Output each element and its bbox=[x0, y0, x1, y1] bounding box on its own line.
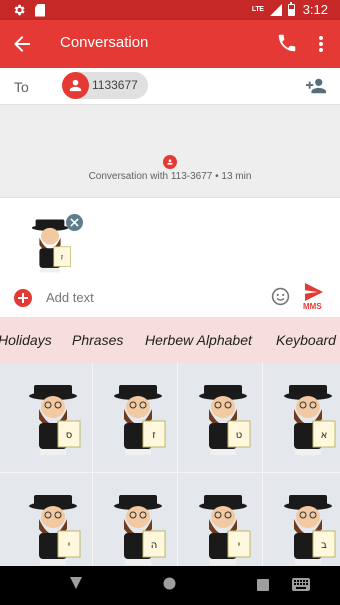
compose-area: ז MMS bbox=[0, 197, 340, 317]
rabbi-sticker-image: ה bbox=[114, 495, 166, 565]
sticker-item[interactable]: ס bbox=[8, 363, 92, 465]
rabbi-sticker-image: א bbox=[284, 385, 336, 455]
recipient-chip-label: 1133677 bbox=[92, 78, 138, 92]
sticker-letter: ב bbox=[321, 540, 327, 551]
add-person-icon[interactable] bbox=[305, 76, 327, 96]
attach-button[interactable] bbox=[14, 289, 32, 307]
sticker-letter: א bbox=[321, 430, 328, 441]
plus-icon bbox=[18, 293, 28, 303]
sd-card-icon bbox=[35, 3, 45, 17]
navigation-bar bbox=[0, 566, 340, 605]
tab-phrases[interactable]: Phrases bbox=[72, 332, 123, 348]
send-label: MMS bbox=[303, 302, 322, 311]
sticker-letter: ס bbox=[66, 430, 73, 441]
svg-text:ז: ז bbox=[61, 253, 64, 262]
recents-square-icon[interactable] bbox=[257, 579, 269, 591]
sticker-item[interactable]: א bbox=[263, 363, 340, 465]
settings-icon bbox=[14, 4, 25, 16]
tab-holidays[interactable]: Holidays bbox=[0, 332, 52, 348]
recipient-chip[interactable]: 1133677 bbox=[62, 72, 148, 99]
back-arrow-icon[interactable] bbox=[10, 32, 34, 56]
contact-icon bbox=[163, 155, 177, 169]
sticker-letter: ז bbox=[152, 430, 156, 441]
back-triangle-icon[interactable] bbox=[70, 577, 82, 591]
page-title: Conversation bbox=[60, 34, 149, 51]
person-icon bbox=[69, 79, 82, 92]
tab-herbew-alphabet[interactable]: Herbew Alphabet bbox=[145, 332, 252, 348]
send-mms-button[interactable]: MMS bbox=[303, 283, 329, 313]
call-icon[interactable] bbox=[276, 32, 298, 54]
to-label: To bbox=[14, 79, 29, 95]
battery-icon bbox=[287, 1, 295, 16]
sticker-letter: ט bbox=[236, 430, 242, 441]
sticker-item[interactable]: י bbox=[178, 473, 262, 566]
rabbi-sticker-image: ט bbox=[199, 385, 251, 455]
sticker-item[interactable]: ט bbox=[178, 363, 262, 465]
close-icon bbox=[70, 218, 79, 227]
rabbi-sticker-image: י bbox=[29, 495, 81, 565]
conversation-area: Conversation with 113-3677 • 13 min bbox=[0, 105, 340, 197]
sticker-letter: י bbox=[68, 540, 70, 551]
sticker-letter: י bbox=[238, 540, 240, 551]
emoji-icon[interactable] bbox=[271, 287, 290, 306]
sticker-grid: ס ז ט א י ה י ב bbox=[0, 363, 340, 566]
rabbi-sticker-image: ז bbox=[114, 385, 166, 455]
sticker-category-tabs: Holidays Phrases Herbew Alphabet Keyboar… bbox=[0, 317, 340, 363]
remove-attachment-button[interactable] bbox=[66, 214, 83, 231]
app-bar: Conversation bbox=[0, 20, 340, 68]
sticker-item[interactable]: ה bbox=[93, 473, 177, 566]
rabbi-sticker-image: י bbox=[199, 495, 251, 565]
sticker-item[interactable]: י bbox=[8, 473, 92, 566]
sticker-letter: ה bbox=[151, 540, 158, 551]
recipient-bar: To 1133677 bbox=[0, 68, 340, 105]
clock: 3:12 bbox=[302, 2, 328, 17]
conversation-info: Conversation with 113-3677 • 13 min bbox=[88, 171, 252, 182]
rabbi-sticker-image: ס bbox=[29, 385, 81, 455]
status-bar: LTE 3:12 bbox=[0, 0, 340, 20]
sticker-item[interactable]: ז bbox=[93, 363, 177, 465]
network-type: LTE bbox=[251, 6, 264, 13]
home-circle-icon[interactable] bbox=[163, 577, 176, 590]
send-icon bbox=[305, 283, 323, 301]
avatar bbox=[62, 72, 89, 99]
keyboard-icon[interactable] bbox=[292, 578, 310, 591]
rabbi-sticker-image: ב bbox=[284, 495, 336, 565]
more-vert-icon[interactable] bbox=[312, 32, 330, 56]
signal-icon bbox=[269, 3, 282, 16]
message-input[interactable] bbox=[46, 290, 246, 305]
tab-keyboard[interactable]: Keyboard bbox=[276, 332, 336, 348]
sticker-item[interactable]: ב bbox=[263, 473, 340, 566]
